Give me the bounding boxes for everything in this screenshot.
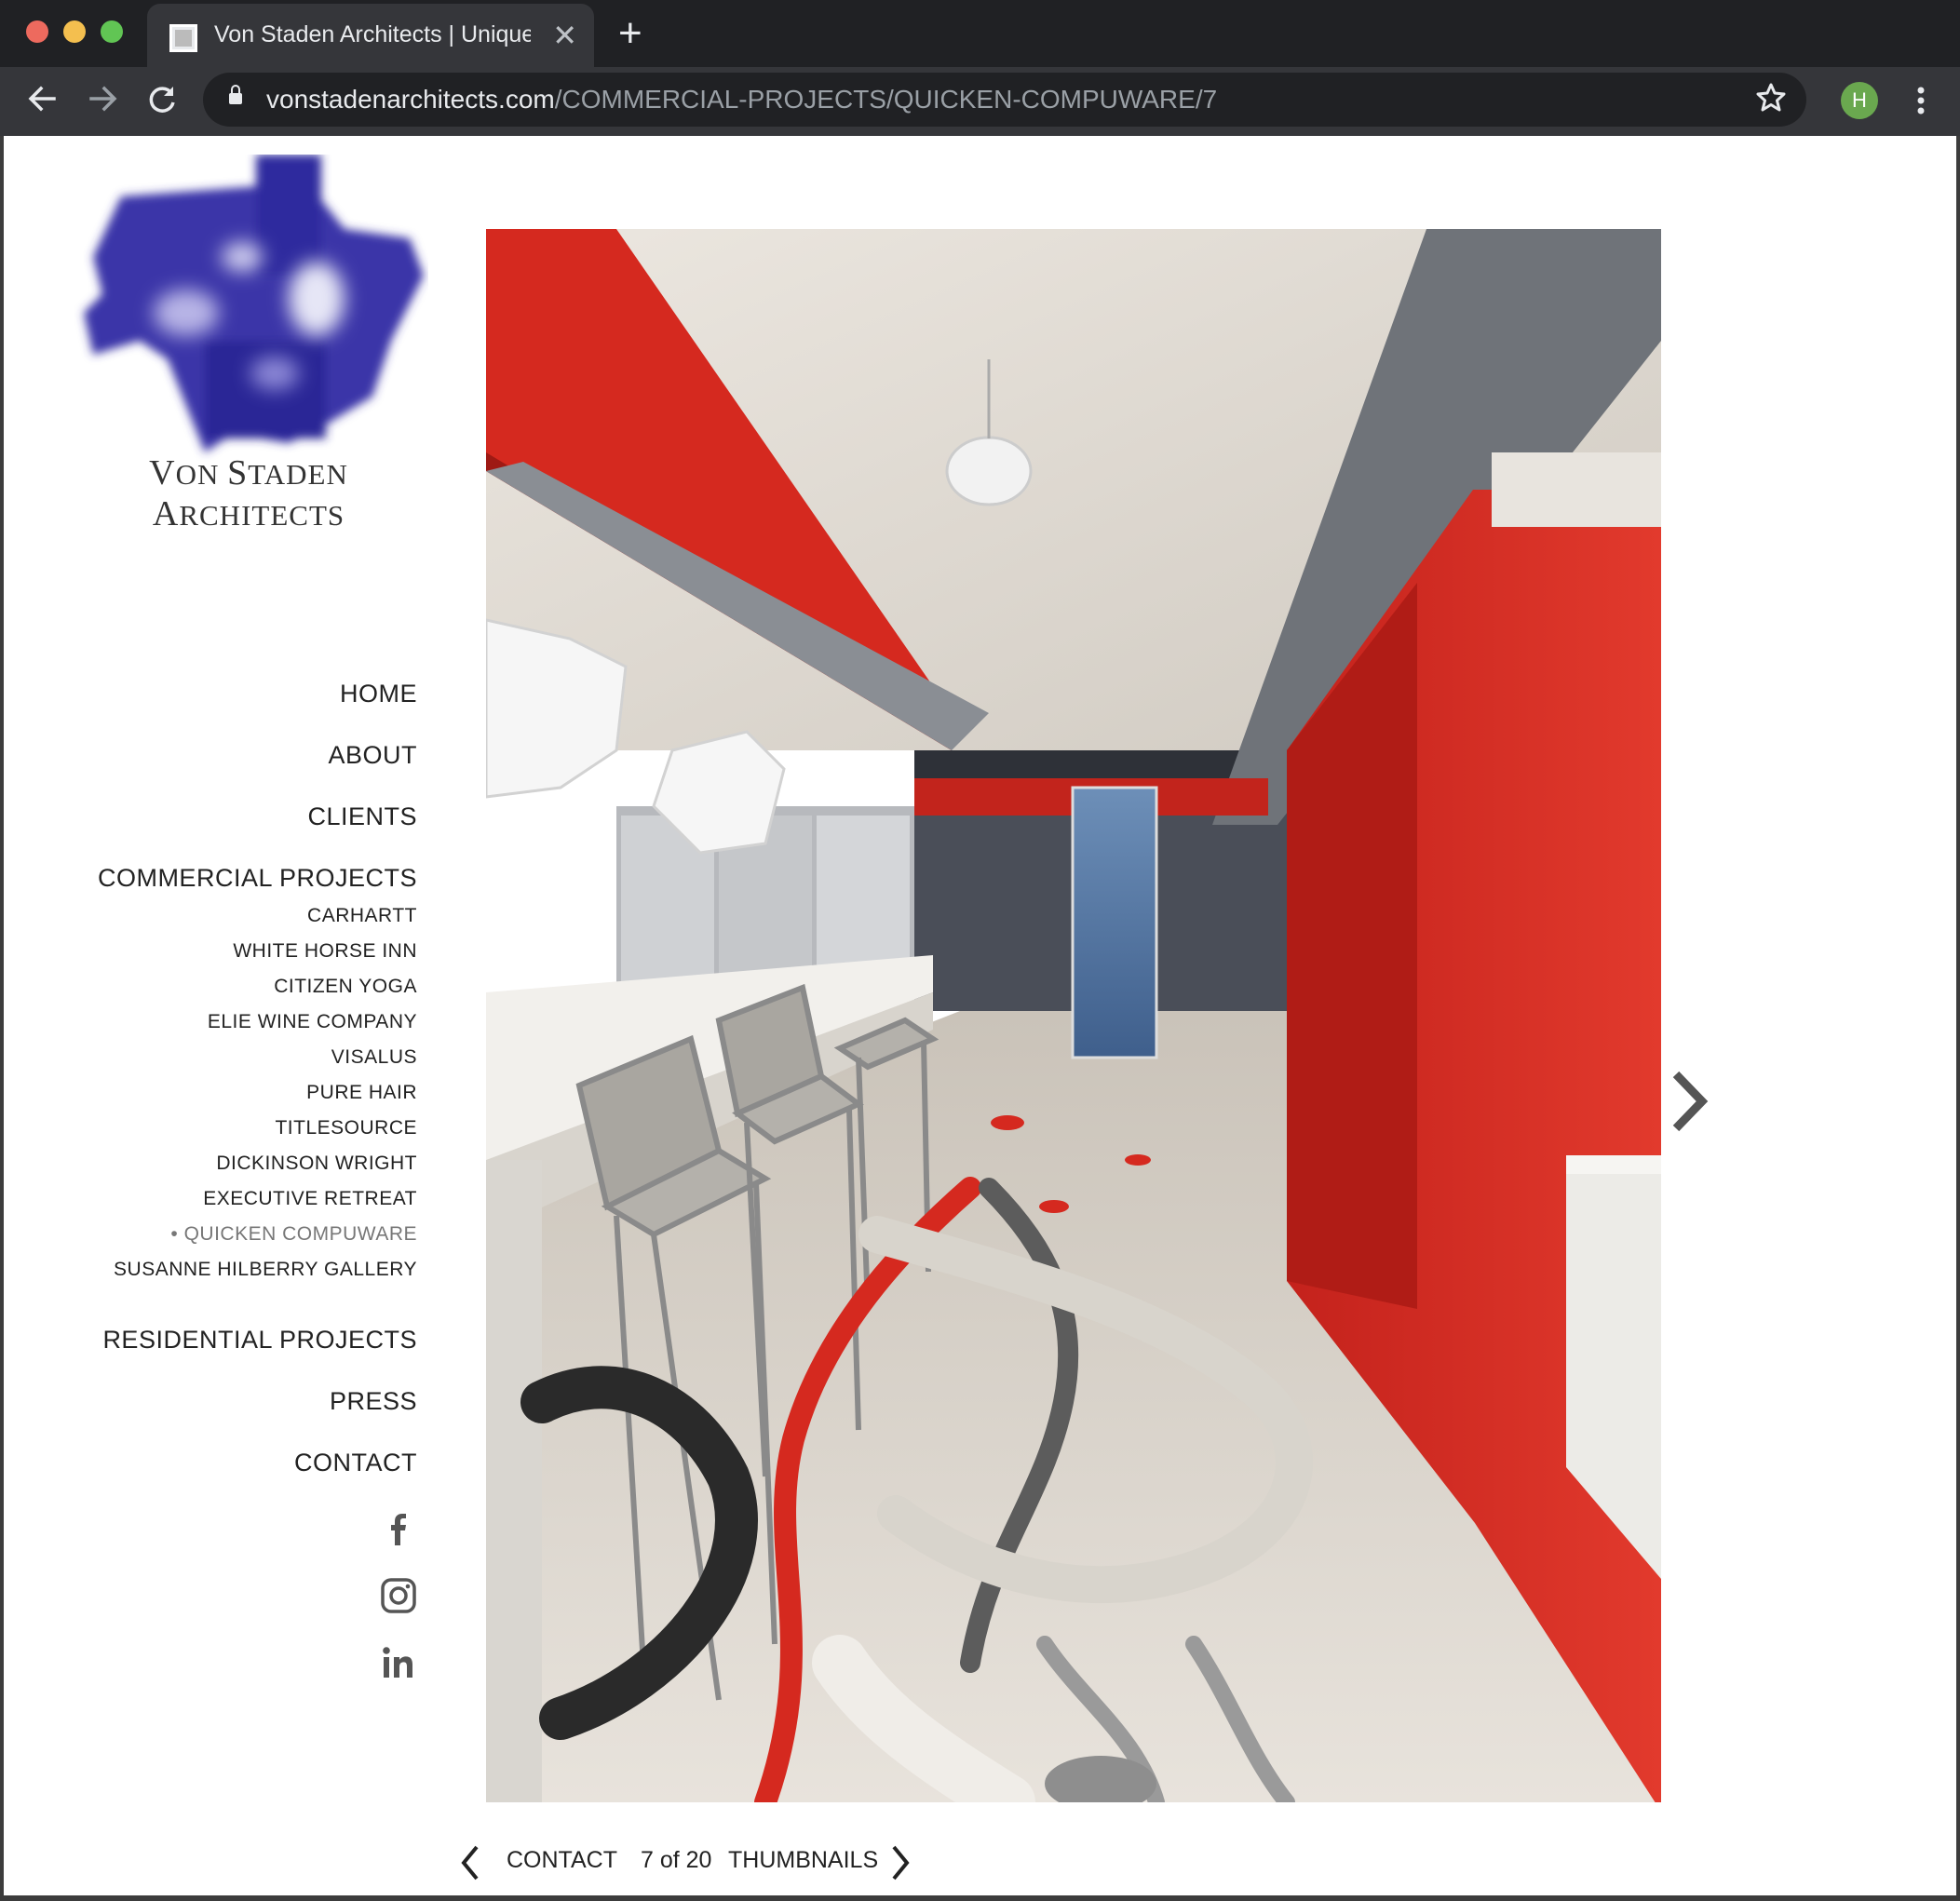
reload-icon: [149, 87, 175, 113]
browser-toolbar: vonstadenarchitects.com/COMMERCIAL-PROJE…: [0, 67, 1960, 136]
browser-chrome: Von Staden Architects | Unique ✕ + vonst…: [0, 0, 1960, 136]
minimize-window-button[interactable]: [63, 20, 86, 43]
url-path: /COMMERCIAL-PROJECTS/QUICKEN-COMPUWARE/7: [554, 85, 1218, 114]
nav-sub-titlesource[interactable]: TITLESOURCE: [275, 1117, 417, 1139]
logo-letter-a: A: [152, 494, 180, 533]
logo-wordmark: VON STADEN ARCHITECTS: [76, 452, 421, 534]
logo-part-rchitects: RCHITECTS: [179, 499, 345, 532]
nav-sub-susanne-hilberry-gallery[interactable]: SUSANNE HILBERRY GALLERY: [114, 1259, 417, 1281]
profile-avatar[interactable]: H: [1841, 82, 1878, 119]
window-border-bottom: [0, 1895, 1960, 1901]
nav-press[interactable]: PRESS: [330, 1387, 417, 1416]
facebook-icon[interactable]: [380, 1508, 417, 1549]
window-border-right: [1956, 136, 1960, 1901]
url-host: vonstadenarchitects.com: [266, 85, 555, 114]
pager-thumbnails-link[interactable]: THUMBNAILS: [728, 1847, 878, 1874]
bookmark-star-icon[interactable]: [1754, 80, 1788, 126]
logo-letter-v: V: [149, 453, 176, 492]
next-image-button[interactable]: [886, 1840, 914, 1886]
chevron-left-icon: [461, 1845, 479, 1881]
nav-sub-dickinson-wright[interactable]: DICKINSON WRIGHT: [216, 1153, 417, 1175]
nav-commercial-projects[interactable]: COMMERCIAL PROJECTS: [98, 864, 417, 893]
nav-sub-pure-hair[interactable]: PURE HAIR: [306, 1082, 417, 1104]
nav-clients[interactable]: CLIENTS: [307, 802, 417, 831]
chevron-right-icon: [892, 1845, 910, 1881]
next-image-arrow[interactable]: [1667, 1067, 1713, 1136]
favicon-icon: [169, 24, 197, 52]
tab-close-icon[interactable]: ✕: [552, 17, 577, 54]
reload-button[interactable]: [138, 74, 186, 123]
zoom-window-button[interactable]: [101, 20, 123, 43]
tab-title: Von Staden Architects | Unique: [214, 21, 531, 47]
gallery-pager: CONTACT 7 of 20 THUMBNAILS: [456, 1840, 940, 1895]
page-content: VON STADEN ARCHITECTS HOME ABOUT CLIENTS…: [0, 136, 1960, 1901]
nav-home[interactable]: HOME: [340, 680, 417, 708]
nav-sub-executive-retreat[interactable]: EXECUTIVE RETREAT: [203, 1188, 417, 1210]
nav-sub-white-horse-inn[interactable]: WHITE HORSE INN: [233, 940, 417, 963]
site-logo[interactable]: [74, 155, 428, 471]
nav-sub-elie-wine-company[interactable]: ELIE WINE COMPANY: [208, 1011, 417, 1033]
linkedin-icon[interactable]: [380, 1642, 417, 1683]
nav-sub-citizen-yoga[interactable]: CITIZEN YOGA: [274, 976, 417, 998]
nav-sub-quicken-compuware[interactable]: • QUICKEN COMPUWARE: [170, 1223, 417, 1246]
browser-menu-icon[interactable]: [1907, 78, 1935, 123]
forward-button[interactable]: [78, 74, 127, 123]
back-button[interactable]: [19, 74, 67, 123]
chevron-right-icon: [1672, 1071, 1709, 1132]
nav-sub-visalus[interactable]: VISALUS: [331, 1046, 417, 1069]
url-text[interactable]: vonstadenarchitects.com/COMMERCIAL-PROJE…: [266, 85, 1217, 115]
nav-residential-projects[interactable]: RESIDENTIAL PROJECTS: [102, 1326, 417, 1355]
instagram-icon[interactable]: [380, 1575, 417, 1616]
tab-strip: Von Staden Architects | Unique ✕ +: [0, 0, 1960, 67]
lock-icon: [229, 85, 242, 104]
previous-image-button[interactable]: [456, 1840, 484, 1886]
pager-count: 7 of 20: [641, 1847, 712, 1873]
logo-part-taden: TADEN: [248, 458, 348, 491]
nav-sub-carhartt[interactable]: CARHARTT: [307, 905, 417, 927]
close-window-button[interactable]: [26, 20, 48, 43]
nav-about[interactable]: ABOUT: [328, 741, 417, 770]
logo-letter-s: S: [227, 453, 249, 492]
browser-tab[interactable]: Von Staden Architects | Unique ✕: [147, 4, 594, 67]
project-photo[interactable]: [486, 229, 1661, 1802]
nav-contact[interactable]: CONTACT: [294, 1449, 417, 1477]
arrow-right-icon: [89, 86, 117, 112]
logo-part-on: ON: [175, 458, 228, 491]
window-border-left: [0, 136, 4, 1901]
address-bar[interactable]: vonstadenarchitects.com/COMMERCIAL-PROJE…: [203, 73, 1806, 127]
arrow-left-icon: [28, 86, 56, 112]
new-tab-button[interactable]: +: [618, 11, 642, 56]
pager-contact-link[interactable]: CONTACT: [507, 1847, 617, 1874]
